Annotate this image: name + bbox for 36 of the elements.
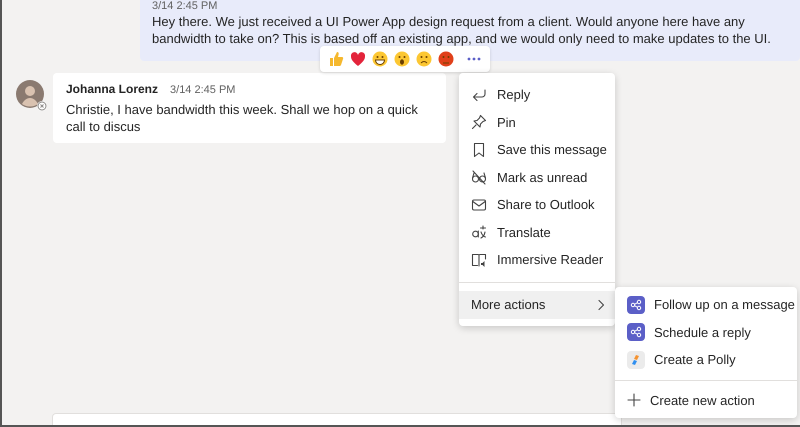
menu-item[interactable]: Create a Polly	[615, 346, 797, 374]
menu-item[interactable]: More actions	[459, 290, 615, 318]
message-timestamp: 3/14 2:45 PM	[170, 84, 236, 97]
poll-app-icon	[627, 350, 645, 369]
app-icon	[627, 296, 645, 314]
menu-item[interactable]: Reply	[459, 81, 615, 108]
bookmark-icon	[471, 142, 487, 158]
book-speaker-icon	[471, 252, 487, 268]
glasses-icon	[471, 169, 487, 186]
presence-status-icon	[37, 101, 47, 111]
pin-icon	[471, 114, 487, 130]
message-text: Hey there. We just received a UI Power App design request from a client. Would anyone here have any bandwidth to take on? This is based off an existing app, and we would only need to make updates to the UI.	[152, 13, 772, 48]
author-name: Johanna Lorenz	[66, 81, 158, 98]
menu-item[interactable]: Mark as unread	[459, 164, 615, 191]
menu-item[interactable]: Save this message	[459, 136, 615, 164]
menu-item[interactable]: Pin	[459, 108, 615, 136]
translate-icon	[471, 224, 487, 240]
surprised-face-icon[interactable]	[394, 51, 410, 67]
menu-item[interactable]: Share to Outlook	[459, 191, 615, 218]
angry-face-icon[interactable]	[438, 51, 454, 67]
laughing-face-icon[interactable]	[372, 51, 388, 67]
menu-item[interactable]: Follow up on a message	[615, 291, 797, 318]
reply-arrow-icon	[471, 86, 487, 103]
message-text: Christie, I have bandwidth this week. Shall we hop on a quick call to discus	[66, 101, 419, 135]
menu-item[interactable]: Schedule a reply	[615, 318, 797, 346]
menu-item[interactable]: Translate	[459, 218, 615, 246]
chevron-right-icon	[597, 298, 605, 310]
heart-icon[interactable]	[350, 51, 366, 67]
create-action-button[interactable]: Create new action	[615, 386, 797, 414]
app-icon	[627, 323, 645, 342]
plus-icon	[627, 393, 641, 408]
sad-face-icon[interactable]	[416, 51, 432, 67]
envelope-icon	[471, 196, 487, 213]
message-timestamp: 3/14 2:45 PM	[152, 0, 218, 13]
menu-item[interactable]: Immersive Reader	[459, 246, 615, 274]
thumbs-up-icon[interactable]	[328, 51, 344, 67]
